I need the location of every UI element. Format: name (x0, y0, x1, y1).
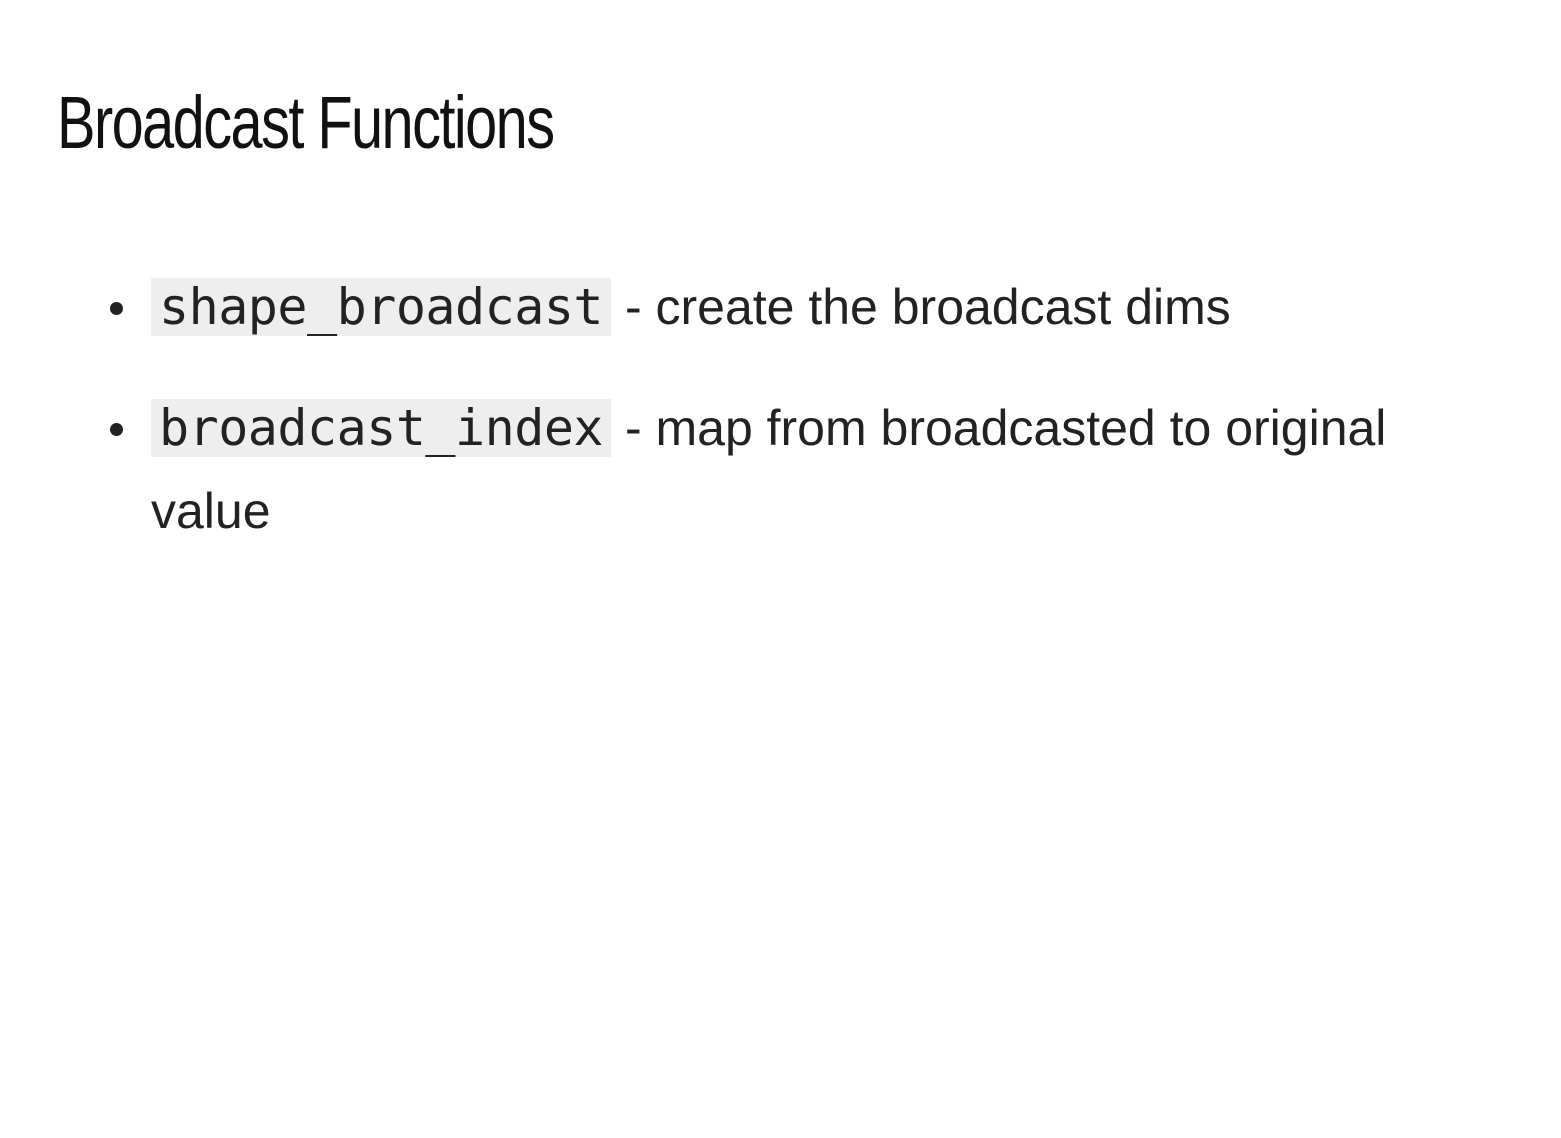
slide-title: Broadcast Functions (57, 81, 555, 164)
code-token-broadcast-index: broadcast_index (151, 399, 612, 457)
bullet-description: - create the broadcast dims (611, 279, 1231, 335)
code-token-shape-broadcast: shape_broadcast (151, 278, 612, 336)
bullet-icon (110, 302, 123, 315)
slide: Broadcast Functions shape_broadcast - cr… (0, 0, 1561, 1138)
list-item: shape_broadcast - create the broadcast d… (110, 266, 1470, 349)
bullet-list: shape_broadcast - create the broadcast d… (110, 266, 1470, 591)
list-item: broadcast_index - map from broadcasted t… (110, 387, 1470, 553)
bullet-icon (110, 423, 123, 436)
